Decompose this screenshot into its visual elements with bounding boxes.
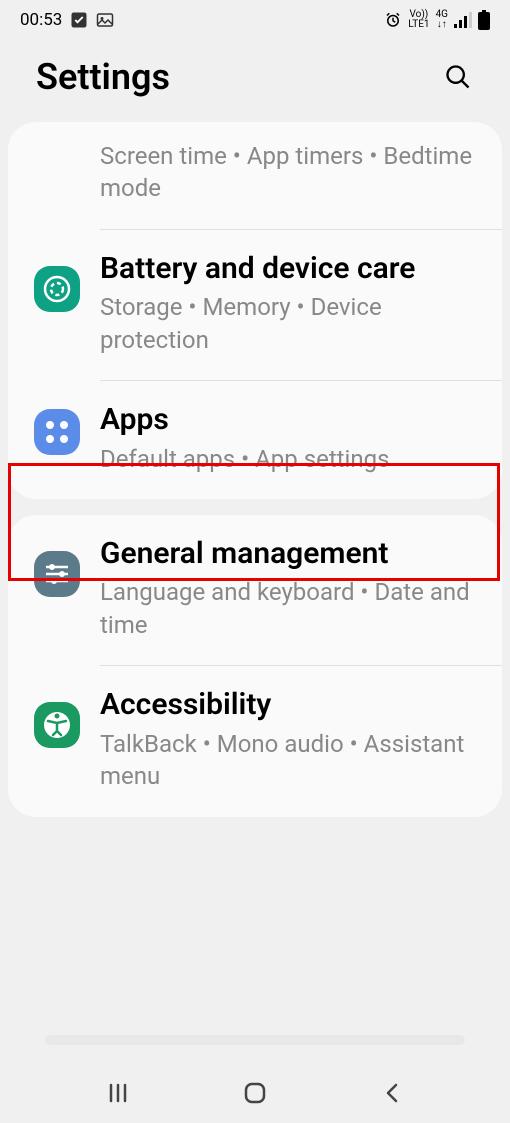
settings-item-general-management[interactable]: General management Language and keyboard… [8, 515, 502, 665]
settings-header: Settings [0, 40, 510, 122]
volte-indicator: Vo))LTE1 [408, 10, 429, 30]
item-subtitle: TalkBack • Mono audio • Assistant menu [100, 728, 478, 793]
nav-home-button[interactable] [235, 1073, 275, 1113]
item-title: Accessibility [100, 686, 478, 724]
search-button[interactable] [442, 61, 474, 93]
item-title: General management [100, 535, 478, 573]
page-title: Settings [36, 56, 170, 98]
signal-icon [454, 12, 472, 28]
accessibility-icon [34, 702, 80, 748]
item-subtitle: Screen time • App timers • Bedtime mode [100, 140, 478, 205]
recents-icon [107, 1082, 129, 1104]
settings-card-2: General management Language and keyboard… [8, 515, 502, 817]
item-subtitle: Default apps • App settings [100, 443, 478, 475]
settings-item-accessibility[interactable]: Accessibility TalkBack • Mono audio • As… [8, 666, 502, 816]
home-icon [243, 1081, 267, 1105]
settings-item-apps[interactable]: Apps Default apps • App settings [8, 381, 502, 499]
settings-card-1: Screen time • App timers • Bedtime mode … [8, 122, 502, 499]
scroll-indicator [45, 1035, 465, 1045]
navigation-bar [0, 1063, 510, 1123]
item-subtitle: Storage • Memory • Device protection [100, 291, 478, 356]
nav-recents-button[interactable] [98, 1073, 138, 1113]
item-subtitle: Language and keyboard • Date and time [100, 576, 478, 641]
item-title: Battery and device care [100, 250, 478, 288]
battery-icon [478, 10, 490, 30]
status-time: 00:53 [20, 10, 62, 30]
sliders-icon [34, 551, 80, 597]
settings-item-digital-wellbeing[interactable]: Screen time • App timers • Bedtime mode [8, 122, 502, 229]
nav-back-button[interactable] [372, 1073, 412, 1113]
alarm-icon [384, 11, 402, 29]
back-icon [382, 1081, 402, 1105]
settings-item-battery[interactable]: Battery and device care Storage • Memory… [8, 230, 502, 380]
item-title: Apps [100, 401, 478, 439]
search-icon [444, 63, 472, 91]
image-icon [96, 11, 114, 29]
status-bar: 00:53 Vo))LTE1 4G↓↑ [0, 0, 510, 40]
network-indicator: 4G↓↑ [436, 10, 448, 30]
checkmark-icon [70, 11, 88, 29]
apps-icon [34, 409, 80, 455]
battery-care-icon [34, 266, 80, 312]
